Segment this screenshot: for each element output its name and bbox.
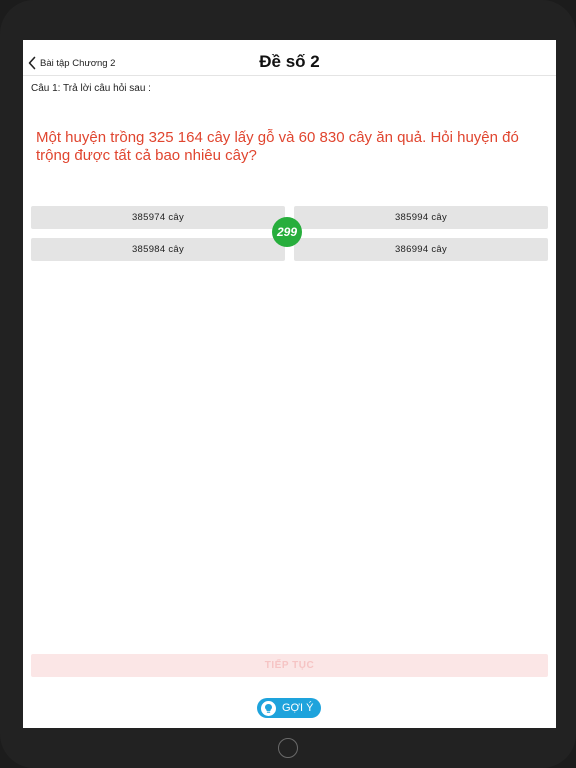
page-title: Đề số 2 xyxy=(259,52,320,71)
question-text: Một huyện trồng 325 164 cây lấy gỗ và 60… xyxy=(36,129,519,164)
answer-option-3[interactable]: 385984 cây xyxy=(31,238,285,261)
continue-button[interactable]: TIẾP TỤC xyxy=(31,654,548,677)
answer-option-1[interactable]: 385974 cây xyxy=(31,206,285,229)
countdown-timer-badge: 299 xyxy=(272,217,302,247)
hint-button[interactable]: GỢI Ý xyxy=(257,698,321,718)
app-screen: Bài tập Chương 2 Đề số 2 Câu 1: Trả lời … xyxy=(23,40,556,728)
home-button[interactable] xyxy=(278,738,298,758)
tablet-frame: Bài tập Chương 2 Đề số 2 Câu 1: Trả lời … xyxy=(0,0,576,768)
lightbulb-icon xyxy=(261,700,276,716)
answer-option-4[interactable]: 386994 cây xyxy=(294,238,548,261)
answer-option-2[interactable]: 385994 cây xyxy=(294,206,548,229)
hint-button-label: GỢI Ý xyxy=(282,702,314,714)
navigation-bar: Bài tập Chương 2 Đề số 2 xyxy=(23,40,556,76)
question-number-label: Câu 1: Trả lời câu hỏi sau : xyxy=(31,83,151,94)
